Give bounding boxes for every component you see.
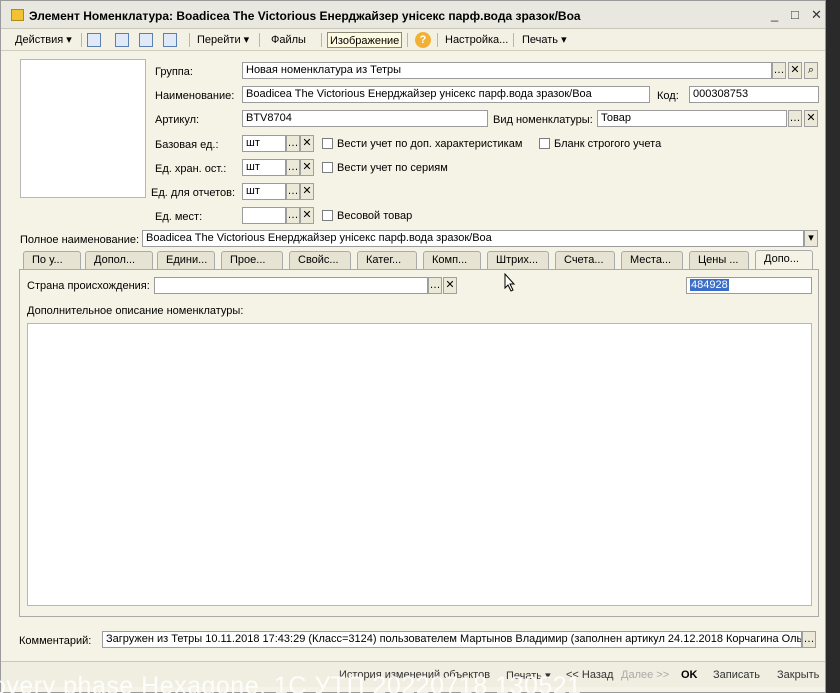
- refresh-icon[interactable]: [115, 33, 129, 47]
- kind-clear-button[interactable]: ✕: [804, 110, 818, 127]
- structure-icon[interactable]: [163, 33, 177, 47]
- group-open-button[interactable]: ⌕: [804, 62, 818, 79]
- tab-9[interactable]: Счета...: [555, 251, 615, 269]
- storage-unit-select-button[interactable]: …: [286, 159, 300, 176]
- item-window: Элемент Номенклатура: Boadicea The Victo…: [0, 0, 826, 693]
- places-unit-clear-button[interactable]: ✕: [300, 207, 314, 224]
- kind-label: Вид номенклатуры:: [493, 114, 593, 126]
- extra-chars-label: Вести учет по доп. характеристикам: [337, 138, 523, 150]
- name-field[interactable]: Boadicea The Victorious Енерджайзер уніс…: [242, 86, 650, 103]
- tab-6[interactable]: Катег...: [357, 251, 417, 269]
- article-label: Артикул:: [155, 114, 200, 126]
- description-textarea[interactable]: [27, 323, 812, 606]
- article-field[interactable]: BTV8704: [242, 110, 488, 127]
- report-unit-label: Ед. для отчетов:: [151, 187, 236, 199]
- storage-unit-label: Ед. хран. ост.:: [155, 163, 227, 175]
- app-icon: [11, 9, 24, 21]
- help-icon[interactable]: ?: [415, 32, 431, 48]
- base-unit-label: Базовая ед.:: [155, 139, 219, 151]
- tab-11[interactable]: Цены ...: [689, 251, 749, 269]
- group-clear-button[interactable]: ✕: [788, 62, 802, 79]
- separator: [437, 33, 438, 47]
- code-field[interactable]: 000308753: [689, 86, 819, 103]
- selected-number-text: 484928: [690, 279, 729, 291]
- separator: [259, 33, 260, 47]
- item-picture[interactable]: [20, 59, 146, 198]
- comment-field[interactable]: Загружен из Тетры 10.11.2018 17:43:29 (К…: [102, 631, 802, 648]
- storage-unit-field[interactable]: шт: [242, 159, 286, 176]
- close-button[interactable]: ✕: [811, 7, 822, 23]
- tab-2[interactable]: Допол...: [85, 251, 153, 269]
- tab-5[interactable]: Свойс...: [289, 251, 351, 269]
- series-label: Вести учет по сериям: [337, 162, 448, 174]
- goto-menu[interactable]: Перейти ▾: [195, 32, 251, 48]
- copy-icon[interactable]: [139, 33, 153, 47]
- save-icon[interactable]: [87, 33, 101, 47]
- country-label: Страна происхождения:: [27, 280, 150, 292]
- separator: [189, 33, 190, 47]
- tab-4[interactable]: Прое...: [221, 251, 283, 269]
- tab-8[interactable]: Штрих...: [487, 251, 549, 269]
- strict-form-label: Бланк строгого учета: [554, 138, 662, 150]
- report-unit-select-button[interactable]: …: [286, 183, 300, 200]
- comment-label: Комментарий:: [19, 635, 92, 647]
- name-label: Наименование:: [155, 90, 235, 102]
- extra-chars-checkbox[interactable]: [322, 138, 333, 149]
- report-unit-clear-button[interactable]: ✕: [300, 183, 314, 200]
- toolbar: Действия ▾ Перейти ▾ Файлы Изображение ?…: [1, 29, 825, 51]
- weight-checkbox[interactable]: [322, 210, 333, 221]
- country-field[interactable]: [154, 277, 428, 294]
- settings-button[interactable]: Настройка...: [443, 32, 510, 48]
- video-caption-overlay: overy phase Hexagone. 1C УТП 20220718 13…: [0, 672, 582, 693]
- tab-3[interactable]: Едини...: [157, 251, 215, 269]
- background-right-strip: [826, 0, 840, 693]
- separator: [513, 33, 514, 47]
- base-unit-field[interactable]: шт: [242, 135, 286, 152]
- save-button[interactable]: Записать: [713, 669, 760, 681]
- full-name-dropdown-button[interactable]: ▾: [804, 230, 818, 247]
- strict-form-checkbox[interactable]: [539, 138, 550, 149]
- country-clear-button[interactable]: ✕: [443, 277, 457, 294]
- ok-button[interactable]: OK: [681, 669, 698, 681]
- code-label: Код:: [657, 90, 679, 102]
- series-checkbox[interactable]: [322, 162, 333, 173]
- description-label: Дополнительное описание номенклатуры:: [27, 305, 244, 317]
- tab-1[interactable]: По у...: [23, 251, 81, 269]
- tab-12[interactable]: Допо...: [755, 250, 813, 269]
- mouse-cursor-icon: [504, 273, 516, 292]
- kind-select-button[interactable]: …: [788, 110, 802, 127]
- report-unit-field[interactable]: шт: [242, 183, 286, 200]
- base-unit-select-button[interactable]: …: [286, 135, 300, 152]
- separator: [407, 33, 408, 47]
- full-name-label: Полное наименование:: [20, 234, 140, 246]
- next-button[interactable]: Далее >>: [621, 669, 669, 681]
- weight-label: Весовой товар: [337, 210, 413, 222]
- print-menu[interactable]: Печать ▾: [520, 32, 569, 48]
- image-button[interactable]: Изображение: [327, 32, 403, 48]
- tab-10[interactable]: Места...: [621, 251, 683, 269]
- full-name-field[interactable]: Boadicea The Victorious Енерджайзер уніс…: [142, 230, 804, 247]
- group-select-button[interactable]: …: [772, 62, 786, 79]
- group-label: Группа:: [155, 66, 193, 78]
- separator: [81, 33, 82, 47]
- close-form-button[interactable]: Закрыть: [777, 669, 819, 681]
- minimize-button[interactable]: _: [771, 7, 778, 22]
- places-unit-select-button[interactable]: …: [286, 207, 300, 224]
- country-select-button[interactable]: …: [428, 277, 442, 294]
- places-unit-field[interactable]: [242, 207, 286, 224]
- group-field[interactable]: Новая номенклатура из Тетры: [242, 62, 772, 79]
- actions-menu[interactable]: Действия ▾: [13, 32, 74, 48]
- storage-unit-clear-button[interactable]: ✕: [300, 159, 314, 176]
- places-unit-label: Ед. мест:: [155, 211, 203, 223]
- window-title: Элемент Номенклатура: Boadicea The Victo…: [29, 9, 581, 23]
- selected-number-field[interactable]: 484928: [686, 277, 812, 294]
- comment-select-button[interactable]: …: [802, 631, 816, 648]
- tab-7[interactable]: Комп...: [423, 251, 481, 269]
- separator: [321, 33, 322, 47]
- title-bar: Элемент Номенклатура: Boadicea The Victo…: [1, 1, 825, 29]
- files-button[interactable]: Файлы: [269, 32, 308, 48]
- base-unit-clear-button[interactable]: ✕: [300, 135, 314, 152]
- kind-field[interactable]: Товар: [597, 110, 787, 127]
- maximize-button[interactable]: □: [791, 7, 799, 22]
